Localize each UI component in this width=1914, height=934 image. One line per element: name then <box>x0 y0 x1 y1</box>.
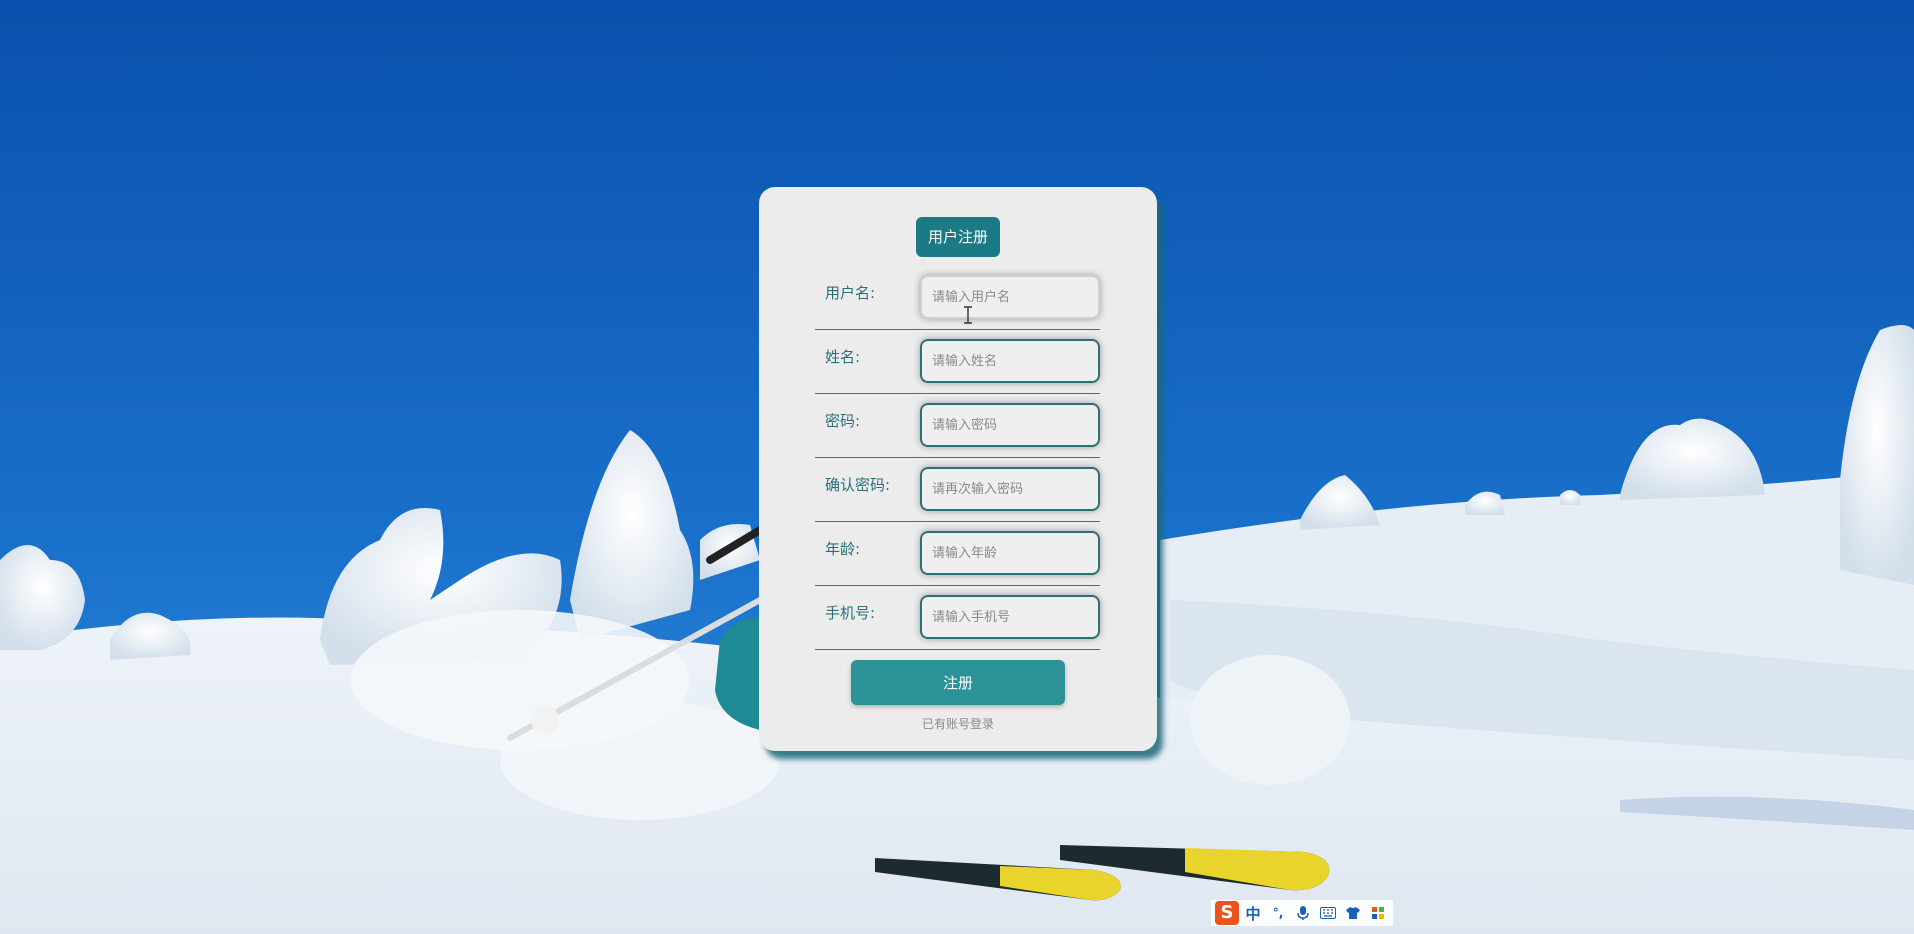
ime-mode-toggle[interactable]: 中 <box>1242 902 1264 924</box>
ime-punctuation-toggle[interactable]: °, <box>1267 902 1289 924</box>
ime-toolbar: S 中 °, <box>1211 900 1393 926</box>
confirm-password-label: 确认密码: <box>825 476 891 494</box>
skin-shirt-icon[interactable] <box>1342 902 1364 924</box>
text-cursor-icon <box>964 306 972 324</box>
form-row-age: 年龄: <box>815 522 1100 586</box>
register-title: 用户注册 <box>916 217 1000 257</box>
name-label: 姓名: <box>825 348 861 366</box>
voice-mic-icon[interactable] <box>1292 902 1314 924</box>
toolbox-icon[interactable] <box>1367 902 1389 924</box>
keyboard-icon[interactable] <box>1317 902 1339 924</box>
sogou-logo-icon[interactable]: S <box>1215 901 1239 925</box>
form-row-phone: 手机号: <box>815 586 1100 650</box>
form-row-username: 用户名: <box>815 266 1100 330</box>
name-input[interactable] <box>920 339 1100 383</box>
form-row-password: 密码: <box>815 394 1100 458</box>
phone-input[interactable] <box>920 595 1100 639</box>
form-row-confirm-password: 确认密码: <box>815 458 1100 522</box>
password-input[interactable] <box>920 403 1100 447</box>
register-card: 用户注册 用户名: 姓名: 密码: 确认密码: 年龄: 手机号: 注册 已有账号… <box>759 187 1157 751</box>
age-input[interactable] <box>920 531 1100 575</box>
username-label: 用户名: <box>825 284 876 302</box>
confirm-password-input[interactable] <box>920 467 1100 511</box>
password-label: 密码: <box>825 412 861 430</box>
username-input[interactable] <box>920 275 1100 319</box>
phone-label: 手机号: <box>825 604 876 622</box>
age-label: 年龄: <box>825 540 861 558</box>
login-link[interactable]: 已有账号登录 <box>759 715 1157 732</box>
form-row-name: 姓名: <box>815 330 1100 394</box>
register-submit-button[interactable]: 注册 <box>851 660 1065 705</box>
